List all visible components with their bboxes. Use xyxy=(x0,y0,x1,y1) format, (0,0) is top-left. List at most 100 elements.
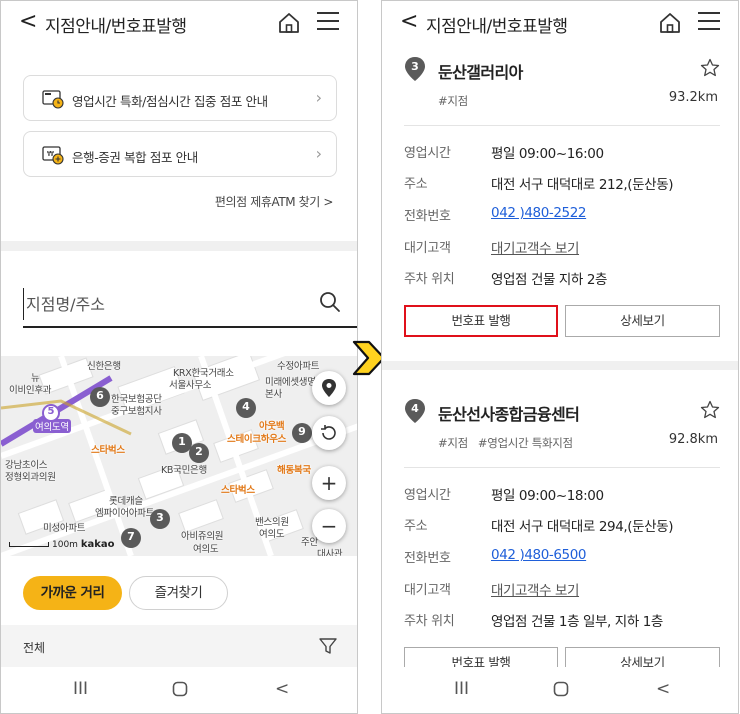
refresh-button[interactable] xyxy=(312,416,346,450)
map-label: 엠파이어아파트 xyxy=(95,508,155,519)
map-label: 여의도 xyxy=(259,529,285,540)
branch-number-pin: 3 xyxy=(404,56,426,82)
info-row-hours: 영업시간 평일 09:00~18:00 xyxy=(404,488,604,504)
info-row-parking: 주차 위치 영업점 건물 지하 2층 xyxy=(404,272,608,288)
nav-back-button[interactable]: < xyxy=(275,679,289,699)
waiting-count-link[interactable]: 대기고객수 보기 xyxy=(491,237,579,257)
waiting-count-link[interactable]: 대기고객수 보기 xyxy=(491,579,579,599)
special-hours-link[interactable]: 영업시간 특화/점심시간 집중 점포 안내 › xyxy=(23,75,337,121)
branch-tags: #지점 xyxy=(438,93,478,109)
search-input[interactable] xyxy=(23,288,303,320)
phone-link[interactable]: 042 )480-2522 xyxy=(491,205,587,221)
convenience-atm-link[interactable]: 편의점 제휴ATM 찾기 > xyxy=(215,193,334,210)
map-label: 본사 xyxy=(265,389,282,400)
chevron-right-icon: › xyxy=(315,88,322,107)
tag: #영업시간 특화지점 xyxy=(477,436,573,450)
branch-name[interactable]: 둔산선사종합금융센터 xyxy=(438,401,580,425)
info-row-hours: 영업시간 평일 09:00~16:00 xyxy=(404,146,604,162)
zoom-out-button[interactable]: − xyxy=(312,509,346,543)
map-label: 스타벅스 xyxy=(221,485,255,496)
branch-number-pin: 4 xyxy=(404,398,426,424)
map-label: 여의도 xyxy=(193,544,219,555)
map-label: 수정아파트 xyxy=(277,361,320,372)
clock-card-icon xyxy=(42,90,64,109)
map-label: 스테이크하우스 xyxy=(227,434,287,445)
phone-link[interactable]: 042 )480-6500 xyxy=(491,547,587,563)
map-label: 스타벅스 xyxy=(91,445,125,456)
map-scale: 100m kakao xyxy=(9,539,115,550)
location-pin-button[interactable] xyxy=(312,371,346,405)
menu-icon[interactable] xyxy=(317,12,339,32)
section-divider xyxy=(1,241,357,251)
map-label: 미성아파트 xyxy=(43,523,86,534)
map-pin[interactable]: 7 xyxy=(120,527,142,549)
tag: #지점 xyxy=(438,436,468,450)
map-label: 중구보험지사 xyxy=(111,406,162,417)
branch-tags: #지점 #영업시간 특화지점 xyxy=(438,435,583,451)
branch-name[interactable]: 둔산갤러리아 xyxy=(438,59,523,83)
info-row-address: 주소 대전 서구 대덕대로 212,(둔산동) xyxy=(404,177,674,193)
search-box xyxy=(23,286,357,328)
nav-back-button[interactable]: < xyxy=(656,679,670,699)
map-pin[interactable]: 9 xyxy=(291,422,313,444)
header: < 지점안내/번호표발행 xyxy=(1,1,357,45)
map-pin[interactable]: 2 xyxy=(188,442,210,464)
filter-icon[interactable] xyxy=(319,637,337,655)
header: < 지점안내/번호표발행 xyxy=(382,1,738,45)
info-row-address: 주소 대전 서구 대덕대로 294,(둔산동) xyxy=(404,519,674,535)
map-label: 이비인후과 xyxy=(9,385,52,396)
menu-icon[interactable] xyxy=(698,12,720,32)
back-button[interactable]: < xyxy=(19,10,37,34)
tab-favorites[interactable]: 즐겨찾기 xyxy=(129,576,228,610)
map-label: 해동복국 xyxy=(277,465,311,476)
section-divider xyxy=(382,361,738,370)
tag: #지점 xyxy=(438,94,468,108)
detail-button[interactable]: 상세보기 xyxy=(565,305,720,337)
location-pin-icon xyxy=(322,379,336,397)
issue-ticket-button[interactable]: 번호표 발행 xyxy=(404,305,558,337)
bank-securities-link[interactable]: ₩ 은행-증권 복합 점포 안내 › xyxy=(23,131,337,177)
won-card-icon: ₩ xyxy=(42,146,64,165)
bank-securities-label: 은행-증권 복합 점포 안내 xyxy=(72,150,198,165)
map-label: 아웃백 xyxy=(259,421,285,432)
recent-apps-button[interactable]: III xyxy=(454,679,469,699)
system-nav-bar: III < xyxy=(1,667,357,713)
filter-bar: 전체 xyxy=(1,625,357,667)
branch-distance: 92.8km xyxy=(668,432,718,447)
right-screen: < 지점안내/번호표발행 3 둔산갤러리아 #지점 93.2km 영업시간 평일 … xyxy=(381,0,739,714)
map-pin[interactable]: 4 xyxy=(235,397,257,419)
search-icon[interactable] xyxy=(319,291,341,313)
tab-nearby[interactable]: 가까운 거리 xyxy=(23,576,122,610)
favorite-star-icon[interactable] xyxy=(700,400,720,420)
zoom-in-button[interactable]: + xyxy=(312,466,346,500)
special-hours-label: 영업시간 특화/점심시간 집중 점포 안내 xyxy=(72,94,268,109)
map-label: 대사관 xyxy=(317,549,343,556)
map-pin[interactable]: 6 xyxy=(89,386,111,408)
subway-line-badge: 5 xyxy=(42,404,60,422)
home-icon[interactable] xyxy=(658,11,682,35)
divider xyxy=(404,125,720,126)
refresh-icon xyxy=(321,425,336,440)
page-title: 지점안내/번호표발행 xyxy=(426,17,568,37)
recent-apps-button[interactable]: III xyxy=(73,679,88,699)
map-label: 서울사무소 xyxy=(169,380,212,391)
home-icon[interactable] xyxy=(277,11,301,35)
map-label: 정형외과의원 xyxy=(5,472,56,483)
info-row-waiting: 대기고객 대기고객수 보기 xyxy=(404,237,720,259)
home-button-icon[interactable] xyxy=(553,681,569,697)
filter-label: 전체 xyxy=(23,641,46,655)
page-title: 지점안내/번호표발행 xyxy=(45,17,187,37)
info-row-phone: 전화번호 042 )480-2522 xyxy=(404,205,587,224)
map-label: KB국민은행 xyxy=(161,465,207,476)
home-button-icon[interactable] xyxy=(172,681,188,697)
system-nav-bar: III < xyxy=(382,667,738,713)
map-pin[interactable]: 3 xyxy=(149,508,171,530)
back-button[interactable]: < xyxy=(400,10,418,34)
info-row-phone: 전화번호 042 )480-6500 xyxy=(404,547,587,566)
info-row-parking: 주차 위치 영업점 건물 1층 일부, 지하 1층 xyxy=(404,614,663,630)
branch-map[interactable]: 신한은행 KRX한국거래소 서울사무소 수정아파트 미래에셋생명 본사 뉴 이비… xyxy=(1,356,357,556)
divider xyxy=(404,467,720,468)
favorite-star-icon[interactable] xyxy=(700,58,720,78)
map-label: 아비쥬의원 xyxy=(181,531,224,542)
info-row-waiting: 대기고객 대기고객수 보기 xyxy=(404,579,720,601)
